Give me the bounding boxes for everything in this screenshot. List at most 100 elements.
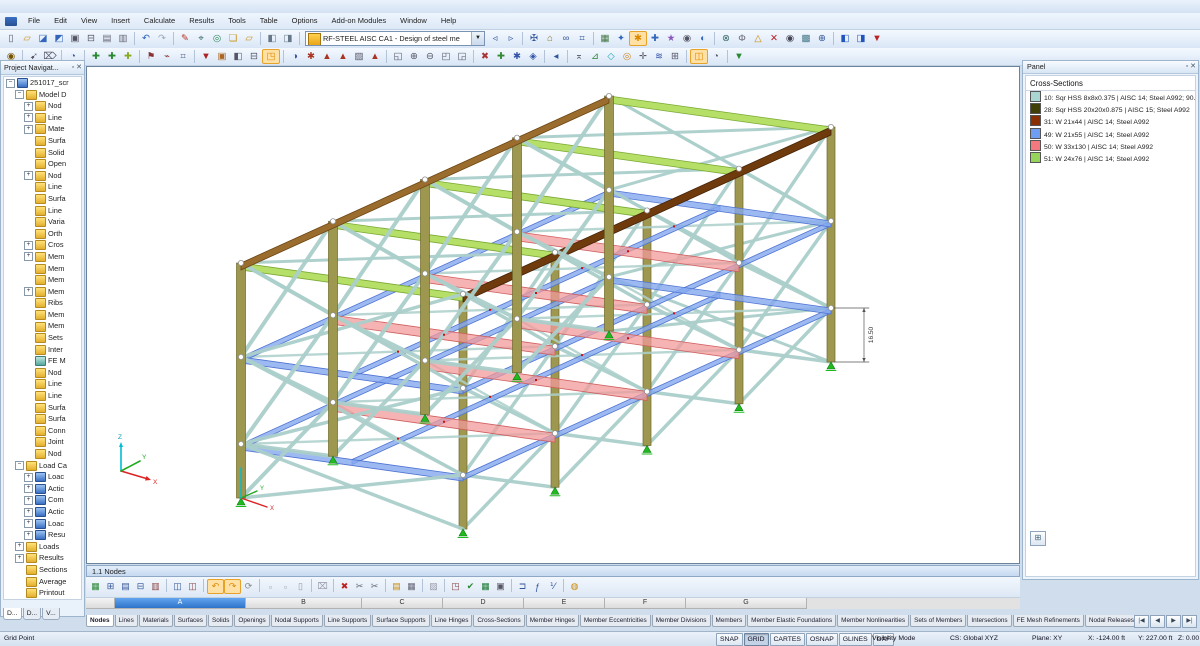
- layout-left-icon[interactable]: ◧: [264, 31, 280, 46]
- tree-item-line[interactable]: +Line: [4, 378, 81, 390]
- tree-item-251017scr[interactable]: −251017_scr: [4, 77, 81, 89]
- column-header-A[interactable]: A: [115, 598, 246, 609]
- viewx-icon[interactable]: ✖: [477, 49, 493, 64]
- close-icon[interactable]: ✕: [76, 64, 82, 71]
- tree-item-open[interactable]: +Open: [4, 158, 81, 170]
- viewz-icon[interactable]: ✱: [509, 49, 525, 64]
- tab-openings[interactable]: Openings: [234, 615, 269, 627]
- nav-back-icon[interactable]: ◃: [487, 31, 503, 46]
- menu-calculate[interactable]: Calculate: [137, 13, 182, 29]
- link-icon[interactable]: ∞: [558, 31, 574, 46]
- toggle-osnap[interactable]: OSNAP: [806, 633, 838, 646]
- gen2-icon[interactable]: ✱: [303, 49, 319, 64]
- render-wire-icon[interactable]: ✦: [613, 31, 629, 46]
- tree-item-conn[interactable]: +Conn: [4, 425, 81, 437]
- cut2-icon[interactable]: ✂: [367, 579, 382, 594]
- dim-icon[interactable]: ⌗: [175, 49, 191, 64]
- tree-expander[interactable]: −: [15, 461, 24, 470]
- tree-item-nod[interactable]: +Nod: [4, 367, 81, 379]
- render-view-icon[interactable]: ★: [663, 31, 679, 46]
- tree-expander[interactable]: −: [15, 90, 24, 99]
- tree-item-mem[interactable]: +Mem: [4, 309, 81, 321]
- warn-icon[interactable]: △: [750, 31, 766, 46]
- member-icon[interactable]: ✚: [104, 49, 120, 64]
- menu-edit[interactable]: Edit: [47, 13, 74, 29]
- pin-icon[interactable]: ▫: [1186, 63, 1188, 70]
- jump-icon[interactable]: ⊐: [515, 579, 530, 594]
- menu-view[interactable]: View: [74, 13, 104, 29]
- toggle-snap[interactable]: SNAP: [716, 633, 743, 646]
- tree-item-inter[interactable]: +Inter: [4, 344, 81, 356]
- tab-scroll-3[interactable]: ▶|: [1182, 615, 1197, 628]
- tree-item-mem[interactable]: +Mem: [4, 251, 81, 263]
- mode2-icon[interactable]: ⊿: [587, 49, 603, 64]
- menu-add-on-modules[interactable]: Add-on Modules: [325, 13, 394, 29]
- model-viewport[interactable]: 16.50XYZXY: [86, 66, 1020, 564]
- gen5-icon[interactable]: ▨: [351, 49, 367, 64]
- check-icon[interactable]: ▼: [731, 49, 747, 64]
- tab-member-elastic-foundations[interactable]: Member Elastic Foundations: [747, 615, 836, 627]
- toggle-grid[interactable]: GRID: [744, 633, 769, 646]
- tree-item-mate[interactable]: +Mate: [4, 123, 81, 135]
- viewy-icon[interactable]: ✚: [493, 49, 509, 64]
- table-title-bar[interactable]: 1.1 Nodes: [86, 565, 1020, 577]
- legend-item-3[interactable]: 49: W 21x55 | AISC 14; Steel A992: [1026, 128, 1195, 140]
- view3-icon[interactable]: ▯: [293, 579, 308, 594]
- undo-icon[interactable]: ↶: [138, 31, 154, 46]
- mode1-icon[interactable]: ⌅: [571, 49, 587, 64]
- mode4-icon[interactable]: ◎: [619, 49, 635, 64]
- tree-item-line[interactable]: +Line: [4, 205, 81, 217]
- tab-nodal-supports[interactable]: Nodal Supports: [271, 615, 323, 627]
- tree-item-solid[interactable]: +Solid: [4, 147, 81, 159]
- load3-icon[interactable]: ◧: [230, 49, 246, 64]
- table-export-icon[interactable]: ⊟: [133, 579, 148, 594]
- monitor2-icon[interactable]: ◨: [853, 31, 869, 46]
- tab-scroll-2[interactable]: ▶: [1166, 615, 1181, 628]
- tree-item-surfa[interactable]: +Surfa: [4, 402, 81, 414]
- tab-intersections[interactable]: Intersections: [967, 615, 1011, 627]
- tree-item-nod[interactable]: +Nod: [4, 448, 81, 460]
- tab-nodal-releases[interactable]: Nodal Releases: [1085, 615, 1138, 627]
- clear-icon[interactable]: ⌧: [315, 579, 330, 594]
- view3d-icon[interactable]: ◈: [525, 49, 541, 64]
- gen4-icon[interactable]: ▲: [335, 49, 351, 64]
- redo-icon[interactable]: ↷: [154, 31, 170, 46]
- new-icon[interactable]: ▯: [3, 31, 19, 46]
- tree-item-com[interactable]: +Com: [4, 494, 81, 506]
- tree-expander[interactable]: +: [24, 252, 33, 261]
- preview-icon[interactable]: ▥: [115, 31, 131, 46]
- prev-icon[interactable]: ◂: [548, 49, 564, 64]
- legend-item-4[interactable]: 50: W 33x130 | AISC 14; Steel A992: [1026, 140, 1195, 152]
- tab-solids[interactable]: Solids: [208, 615, 233, 627]
- tab-member-hinges[interactable]: Member Hinges: [526, 615, 579, 627]
- chevron-down-icon[interactable]: ▼: [471, 32, 484, 45]
- gen6-icon[interactable]: ▲: [367, 49, 383, 64]
- redo-icon[interactable]: ↷: [224, 579, 241, 594]
- navigator-tab-0[interactable]: D...: [3, 608, 22, 620]
- legend-item-5[interactable]: 51: W 24x76 | AISC 14; Steel A992: [1026, 152, 1195, 164]
- layout-right-icon[interactable]: ◨: [280, 31, 296, 46]
- tree-item-loads[interactable]: +Loads: [4, 541, 81, 553]
- pin-icon[interactable]: ▫: [72, 64, 74, 71]
- mode7-icon[interactable]: ⊞: [667, 49, 683, 64]
- zoom-win-icon[interactable]: ◱: [390, 49, 406, 64]
- menu-help[interactable]: Help: [434, 13, 463, 29]
- tree-item-orth[interactable]: +Orth: [4, 228, 81, 240]
- menu-file[interactable]: File: [21, 13, 47, 29]
- comment-icon[interactable]: ❏: [225, 31, 241, 46]
- tree-expander[interactable]: +: [24, 125, 33, 134]
- globe-icon[interactable]: ◎: [209, 31, 225, 46]
- fill-icon[interactable]: ▤: [389, 579, 404, 594]
- tree-item-guideo[interactable]: +Guide O: [4, 599, 81, 600]
- edit-icon[interactable]: ◳: [262, 49, 280, 64]
- tab-lines[interactable]: Lines: [115, 615, 138, 627]
- calc-icon[interactable]: ⅟: [545, 579, 560, 594]
- tab-line-hinges[interactable]: Line Hinges: [431, 615, 473, 627]
- fx-icon[interactable]: ▩: [798, 31, 814, 46]
- mesh-icon[interactable]: ▦: [597, 31, 613, 46]
- select-icon[interactable]: ✔: [463, 579, 478, 594]
- tree-expander[interactable]: +: [24, 473, 33, 482]
- zoom-in-icon[interactable]: ⊕: [406, 49, 422, 64]
- table-props-icon[interactable]: ▤: [118, 579, 133, 594]
- tree-expander[interactable]: +: [24, 102, 33, 111]
